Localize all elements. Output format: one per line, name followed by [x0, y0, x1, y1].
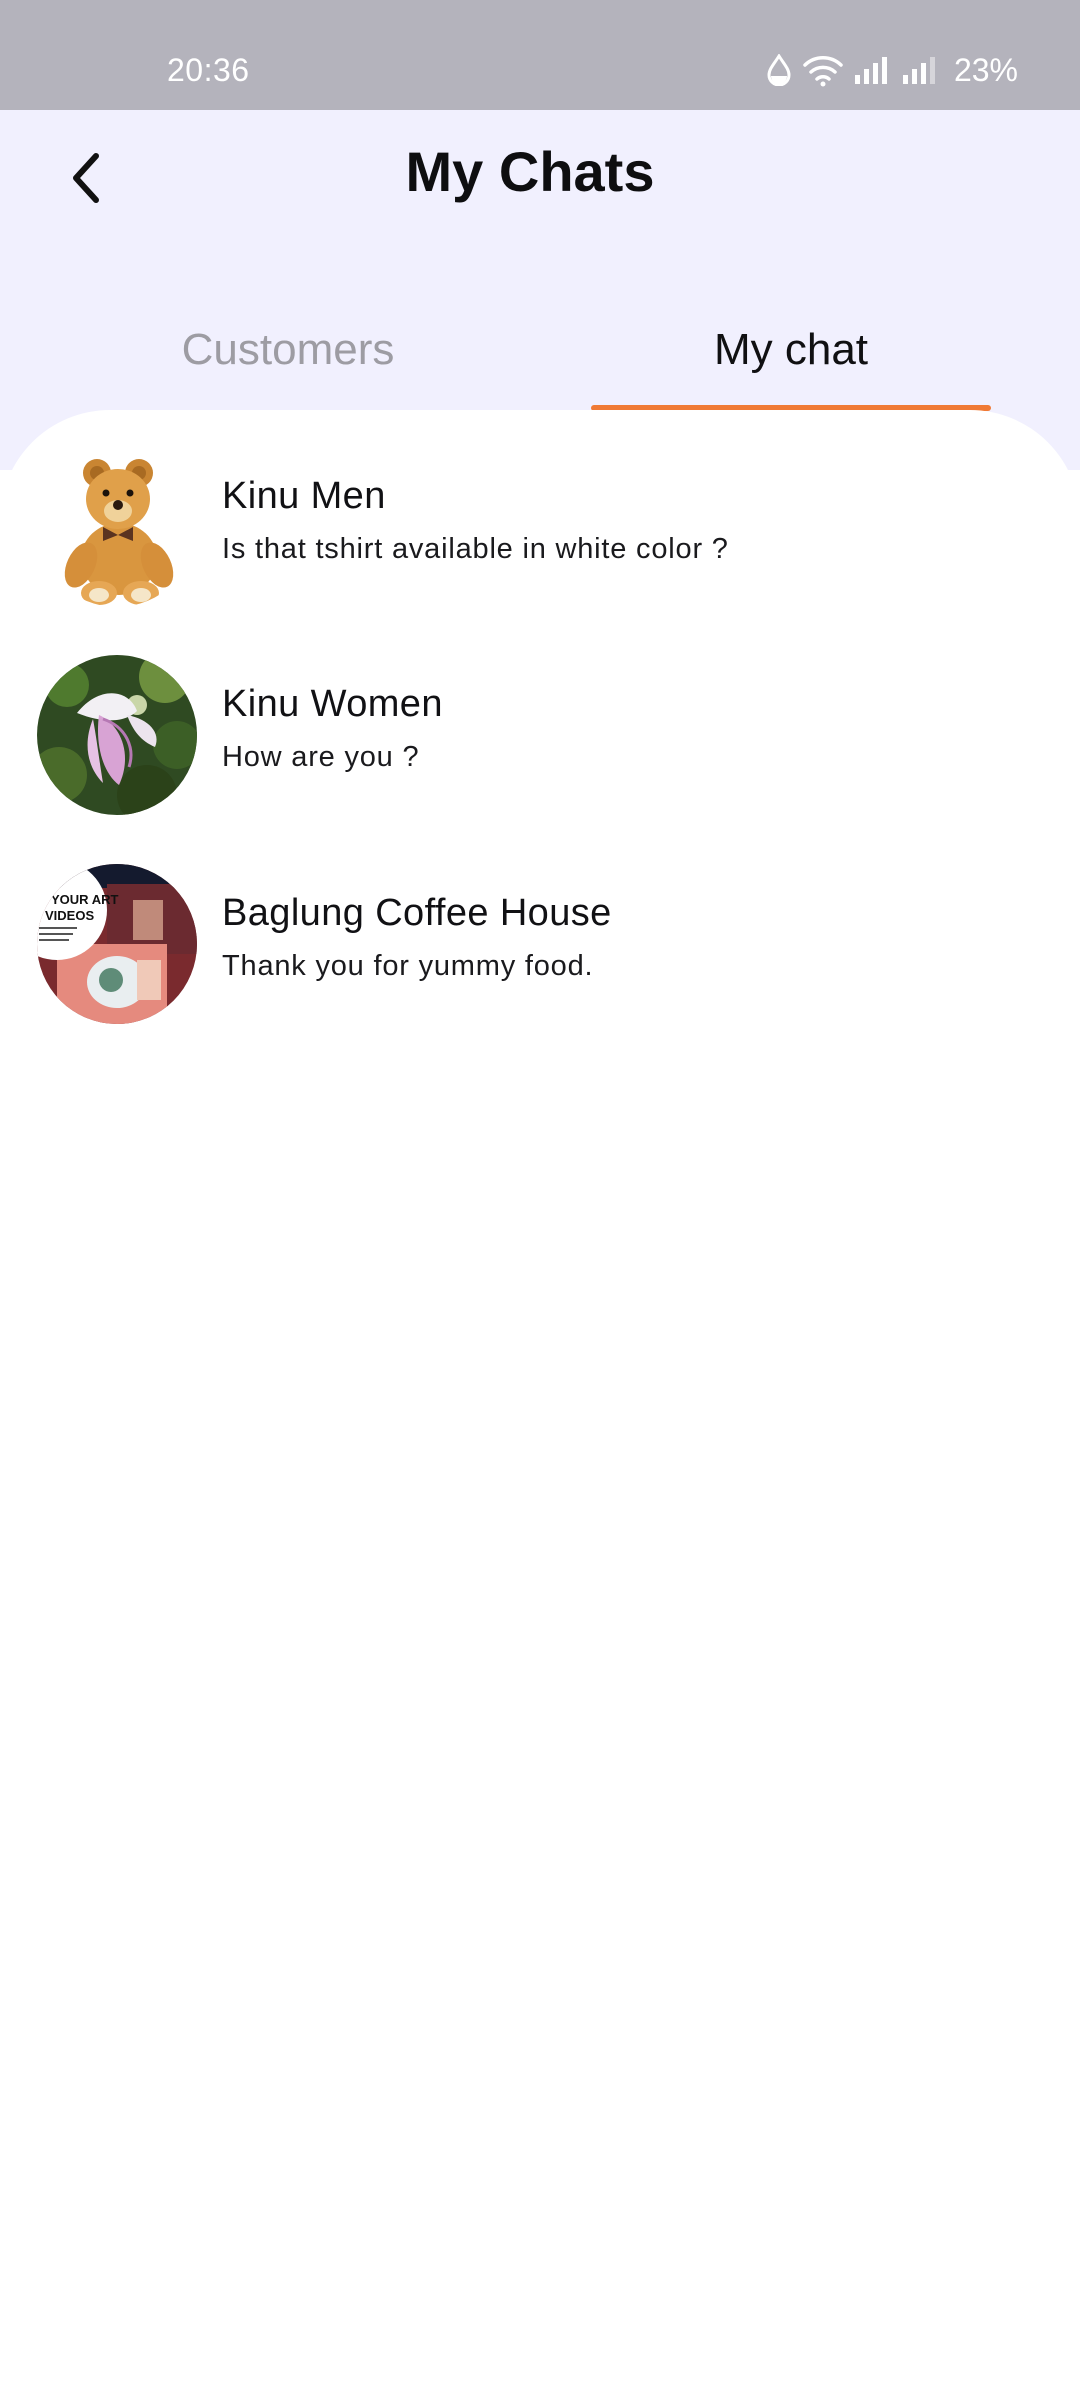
tab-bar: Customers My chat: [0, 300, 1080, 412]
tab-my-chat[interactable]: My chat: [591, 300, 991, 412]
chat-name: Kinu Men: [222, 475, 386, 517]
chat-preview: Thank you for yummy food.: [222, 950, 594, 982]
status-time: 20:36: [167, 52, 250, 88]
avatar: YOUR ART VIDEOS: [37, 864, 197, 1024]
chat-name: Baglung Coffee House: [222, 892, 612, 934]
battery-percent: 23%: [953, 52, 1018, 88]
page-title: My Chats: [405, 140, 655, 203]
chat-preview: How are you ?: [222, 741, 420, 773]
tab-label: My chat: [713, 325, 869, 374]
chat-item-kinu-men[interactable]: Kinu Men Is that tshirt available in whi…: [0, 410, 1080, 607]
avatar-text: YOUR ART: [51, 892, 118, 907]
signal-icon: [854, 55, 892, 85]
avatar-text: VIDEOS: [45, 908, 94, 923]
chat-list: Kinu Men Is that tshirt available in whi…: [0, 410, 1080, 2400]
status-icons: 23%: [766, 48, 1018, 92]
chat-item-kinu-women[interactable]: Kinu Women How are you ?: [0, 618, 1080, 815]
status-bar: 20:36 23%: [0, 0, 1080, 110]
wifi-icon: [802, 53, 844, 87]
data-saver-icon: [766, 54, 792, 86]
chat-item-baglung-coffee-house[interactable]: YOUR ART VIDEOS Baglung Coffee House Tha…: [0, 827, 1080, 1024]
signal-icon: [902, 55, 940, 85]
tab-customers[interactable]: Customers: [88, 300, 488, 412]
chat-preview: Is that tshirt available in white color …: [222, 533, 729, 565]
avatar: [37, 447, 197, 607]
tab-label: Customers: [181, 325, 395, 374]
avatar: [37, 655, 197, 815]
chat-name: Kinu Women: [222, 683, 443, 725]
